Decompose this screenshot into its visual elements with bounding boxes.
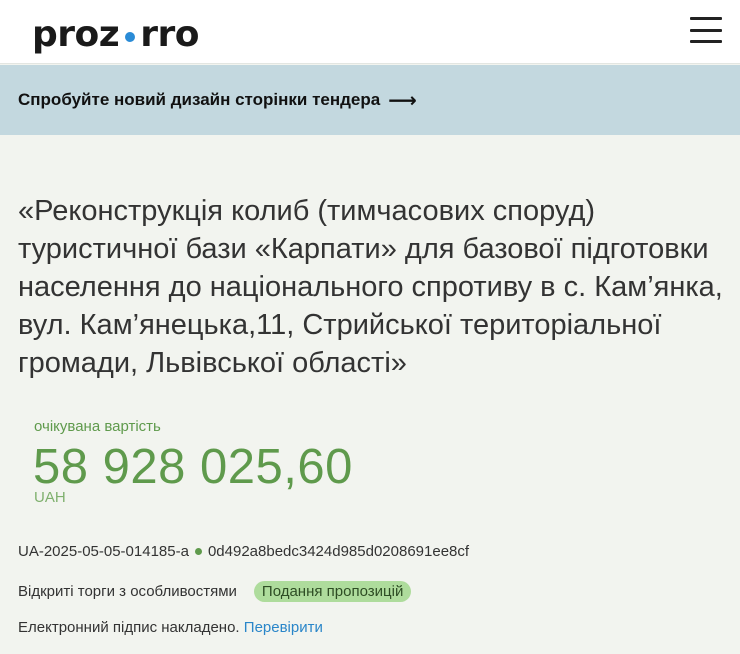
procedure-type: Відкриті торги з особливостями [18, 583, 237, 600]
status-badge: Подання пропозицій [253, 581, 412, 602]
verify-signature-link[interactable]: Перевірити [244, 619, 323, 636]
burger-line [690, 40, 722, 43]
logo-dot-icon [125, 32, 136, 42]
burger-line [690, 28, 722, 32]
tender-title: «Реконструкція колиб (тимчасових споруд)… [18, 195, 723, 379]
prozorro-logo[interactable]: proz rro [32, 13, 199, 55]
site-header: proz rro [0, 0, 740, 64]
currency-label: UAH [34, 489, 66, 506]
signature-row: Електронний підпис накладено. Перевірити [18, 619, 323, 636]
banner-text: Спробуйте новий дизайн сторінки тендера [18, 90, 381, 109]
tender-hash[interactable]: 0d492a8bedc3424d985d0208691ee8cf [208, 543, 469, 560]
logo-text-left: proz [32, 13, 120, 55]
burger-line [690, 17, 722, 20]
hamburger-menu-icon[interactable] [690, 17, 722, 43]
logo-text-right: rro [140, 13, 199, 55]
separator-dot-icon [194, 548, 202, 555]
tender-id[interactable]: UA-2025-05-05-014185-a [18, 543, 189, 560]
new-design-banner[interactable]: Спробуйте новий дизайн сторінки тендера … [0, 65, 740, 135]
signature-text: Електронний підпис накладено. [18, 619, 240, 636]
procedure-row: Відкриті торги з особливостями Подання п… [18, 581, 412, 602]
tender-identifiers: UA-2025-05-05-014185-a 0d492a8bedc3424d9… [18, 543, 469, 560]
expected-value-label: очікувана вартість [34, 418, 161, 435]
arrow-right-icon: ⟶ [388, 89, 417, 112]
expected-value-amount: 58 928 025,60 [33, 440, 353, 494]
